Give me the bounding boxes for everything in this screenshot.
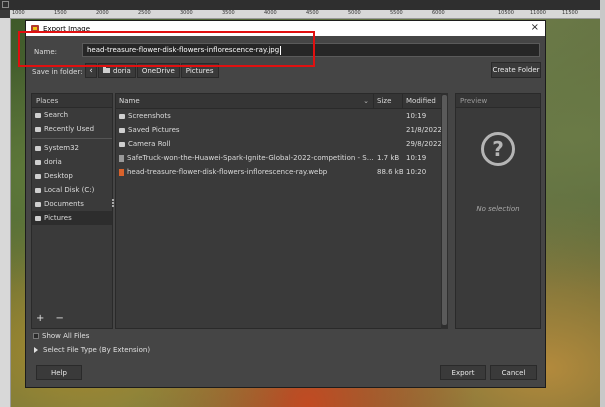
- place-label: Pictures: [44, 214, 72, 222]
- file-list: Name ⌄ Size Modified Screenshots 10:19 Sa…: [115, 93, 448, 329]
- place-doria[interactable]: doria: [32, 155, 112, 169]
- place-label: Search: [44, 111, 69, 119]
- expander-arrow-icon: [34, 347, 38, 353]
- column-header-size[interactable]: Size: [374, 94, 403, 108]
- ruler-label: 10500: [498, 10, 514, 16]
- place-label: Documents: [44, 200, 84, 208]
- ruler-label: 4500: [306, 10, 319, 16]
- place-label: Desktop: [44, 172, 73, 180]
- column-label: Size: [377, 97, 392, 105]
- recent-icon: [35, 126, 41, 132]
- ruler-label: 1000: [12, 10, 25, 16]
- preview-header: Preview: [456, 94, 540, 108]
- ruler-label: 5000: [348, 10, 361, 16]
- file-name: Saved Pictures: [128, 126, 180, 134]
- folder-icon: [35, 215, 41, 221]
- place-system32[interactable]: System32: [32, 141, 112, 155]
- pane-splitter-handle[interactable]: [112, 199, 114, 211]
- vertical-ruler[interactable]: [0, 18, 11, 407]
- close-button[interactable]: ×: [531, 22, 539, 34]
- file-row[interactable]: head-treasure-flower-disk-flowers-inflor…: [116, 165, 447, 179]
- checkbox-icon: [33, 333, 39, 339]
- option-label: Select File Type (By Extension): [43, 346, 151, 354]
- canvas-scrollbar[interactable]: [600, 0, 605, 407]
- folder-icon: [119, 113, 125, 119]
- place-label: System32: [44, 144, 80, 152]
- scrollbar-thumb[interactable]: [442, 95, 447, 325]
- place-desktop[interactable]: Desktop: [32, 169, 112, 183]
- folder-icon: [35, 201, 41, 207]
- sort-arrow-icon: ⌄: [363, 97, 369, 105]
- folder-icon: [35, 145, 41, 151]
- place-label: Local Disk (C:): [44, 186, 95, 194]
- folder-icon: [103, 67, 110, 73]
- column-label: Modified: [406, 97, 436, 105]
- export-image-dialog: Export Image × Name: head-treasure-flowe…: [25, 20, 546, 388]
- preview-panel: Preview ? No selection: [455, 93, 541, 329]
- show-all-files-checkbox[interactable]: Show All Files: [33, 332, 89, 340]
- column-label: Name: [119, 97, 140, 105]
- file-name: SafeTruck-won-the-Huawei-Spark-Ignite-Gl…: [127, 154, 374, 162]
- breadcrumb-label: doria: [113, 66, 131, 75]
- file-name: Screenshots: [128, 112, 171, 120]
- export-button[interactable]: Export: [440, 365, 486, 380]
- question-mark-icon: ?: [481, 132, 515, 166]
- shortcut-file-icon: [119, 154, 124, 162]
- ruler-label: 3000: [180, 10, 193, 16]
- file-row[interactable]: Screenshots 10:19: [116, 109, 447, 123]
- drive-icon: [35, 187, 41, 193]
- file-list-header: Name ⌄ Size Modified: [116, 94, 447, 109]
- create-folder-button[interactable]: Create Folder: [491, 62, 541, 78]
- app-top-bar: [0, 0, 605, 10]
- home-folder-icon: [35, 159, 41, 165]
- file-size: 88.6 kB: [377, 168, 403, 176]
- ruler-label: 3500: [222, 10, 235, 16]
- place-documents[interactable]: Documents: [32, 197, 112, 211]
- desktop-icon: [35, 173, 41, 179]
- place-search[interactable]: Search: [32, 108, 112, 122]
- place-label: doria: [44, 158, 62, 166]
- file-row[interactable]: Saved Pictures 21/8/2022: [116, 123, 447, 137]
- ruler-label: 1500: [54, 10, 67, 16]
- no-selection-label: No selection: [476, 205, 520, 213]
- file-size: 1.7 kB: [377, 154, 400, 162]
- ruler-label: 2000: [96, 10, 109, 16]
- horizontal-ruler[interactable]: 1000 1500 2000 2500 3000 3500 4000 4500 …: [10, 10, 605, 19]
- image-file-icon: [119, 168, 124, 176]
- help-button[interactable]: Help: [36, 365, 82, 380]
- search-icon: [35, 112, 41, 118]
- breadcrumb-label: Pictures: [185, 66, 214, 75]
- ruler-label: 2500: [138, 10, 151, 16]
- divider: [32, 138, 112, 139]
- cancel-button[interactable]: Cancel: [490, 365, 537, 380]
- highlight-annotation: [18, 31, 315, 67]
- file-list-scrollbar[interactable]: [441, 93, 448, 329]
- ruler-label: 6000: [432, 10, 445, 16]
- save-in-folder-label: Save in folder:: [32, 68, 83, 76]
- file-name: Camera Roll: [128, 140, 171, 148]
- place-label: Recently Used: [44, 125, 95, 133]
- select-file-type-expander[interactable]: Select File Type (By Extension): [33, 346, 150, 354]
- add-remove-bookmark-buttons[interactable]: + −: [36, 313, 68, 324]
- ruler-label: 5500: [390, 10, 403, 16]
- chevron-left-icon: ‹: [89, 65, 93, 76]
- ruler-label: 11500: [562, 10, 578, 16]
- column-header-name[interactable]: Name ⌄: [116, 94, 374, 108]
- folder-icon: [119, 141, 125, 147]
- file-name: head-treasure-flower-disk-flowers-inflor…: [127, 168, 328, 176]
- places-header: Places: [32, 94, 112, 108]
- breadcrumb-label: OneDrive: [141, 66, 175, 75]
- file-row[interactable]: SafeTruck-won-the-Huawei-Spark-Ignite-Gl…: [116, 151, 447, 165]
- places-panel: Places Search Recently Used System32 dor…: [31, 93, 113, 329]
- ruler-label: 11000: [530, 10, 546, 16]
- place-local-disk[interactable]: Local Disk (C:): [32, 183, 112, 197]
- option-label: Show All Files: [42, 332, 90, 340]
- place-pictures[interactable]: Pictures: [32, 211, 112, 225]
- menu-icon[interactable]: [2, 1, 9, 8]
- folder-icon: [119, 127, 125, 133]
- place-recently-used[interactable]: Recently Used: [32, 122, 112, 136]
- file-row[interactable]: Camera Roll 29/8/2022: [116, 137, 447, 151]
- ruler-label: 4000: [264, 10, 277, 16]
